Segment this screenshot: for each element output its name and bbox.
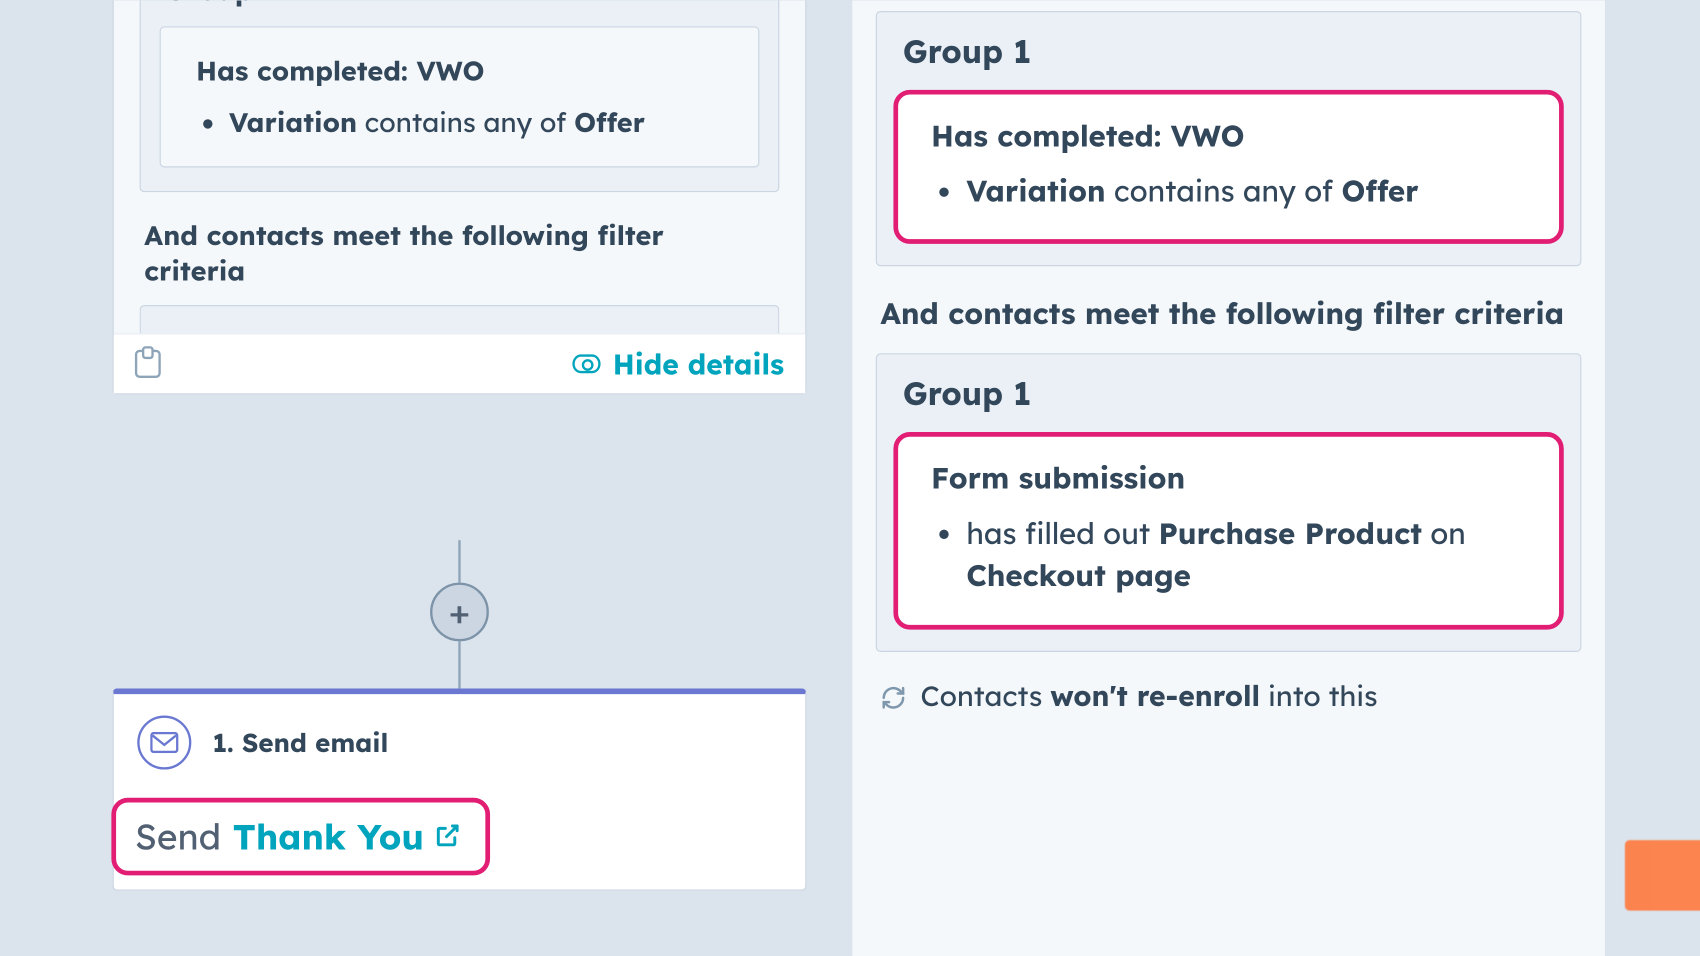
hide-details-button[interactable]: Hide details <box>572 345 783 380</box>
send-email-step-card[interactable]: 1. Send email Send Thank You <box>112 688 806 890</box>
workflow-connector: + <box>112 540 806 688</box>
right-form-condition-highlight[interactable]: Form submission has filled out Purchase … <box>893 432 1563 629</box>
external-link-icon <box>433 814 461 859</box>
trigger-group-box[interactable]: Group 1 Has completed: VWO Variation con… <box>139 0 779 192</box>
eye-icon <box>572 354 600 373</box>
right-filter-criteria-label: And contacts meet the following filter c… <box>880 294 1576 334</box>
email-icon <box>137 715 191 769</box>
trigger-condition-title: Has completed: VWO <box>196 53 728 87</box>
right-trigger-rule: Variation contains any of Offer <box>966 171 1530 214</box>
card-footer-bar: Hide details <box>113 333 804 393</box>
workflow-editor-canvas: Group 1 Has completed: VWO Variation con… <box>0 0 1699 956</box>
plus-icon: + <box>449 589 470 634</box>
right-trigger-title: Has completed: VWO <box>931 118 1531 154</box>
email-step-label: 1. Send email <box>212 726 388 759</box>
reenrollment-note: Contacts won't re-enroll into this <box>880 677 1576 712</box>
add-step-button[interactable]: + <box>430 582 489 641</box>
right-trigger-condition-highlight[interactable]: Has completed: VWO Variation contains an… <box>893 90 1563 244</box>
send-prefix: Send <box>134 814 220 859</box>
refresh-icon <box>880 682 906 708</box>
right-form-rule: has filled out Purchase Product on Check… <box>966 513 1530 598</box>
trigger-condition-rule: Variation contains any of Offer <box>228 103 727 140</box>
right-trigger-group[interactable]: Group 1 Has completed: VWO Variation con… <box>875 11 1581 266</box>
right-trigger-group-label: Group 1 <box>902 31 1554 71</box>
filter-criteria-label: And contacts meet the following filter c… <box>144 218 772 288</box>
selected-email-link[interactable]: Thank You <box>232 814 461 859</box>
trigger-condition[interactable]: Has completed: VWO Variation contains an… <box>159 26 759 167</box>
trigger-group-label: Group 1 <box>164 0 759 7</box>
workflow-settings-panel: Events that will trigger this workflow: … <box>852 0 1605 956</box>
trigger-card[interactable]: Group 1 Has completed: VWO Variation con… <box>112 0 806 394</box>
help-widget-partial[interactable] <box>1624 840 1699 911</box>
filter-group-box-partial[interactable] <box>139 304 779 332</box>
right-filter-group[interactable]: Group 1 Form submission has filled out P… <box>875 353 1581 651</box>
clipboard-icon[interactable] <box>134 349 160 377</box>
hide-details-label: Hide details <box>612 345 783 380</box>
right-form-title: Form submission <box>931 460 1531 496</box>
right-filter-group-label: Group 1 <box>902 373 1554 413</box>
send-email-link-highlight: Send Thank You <box>111 797 489 875</box>
reenrollment-text: Contacts won't re-enroll into this <box>920 677 1377 712</box>
